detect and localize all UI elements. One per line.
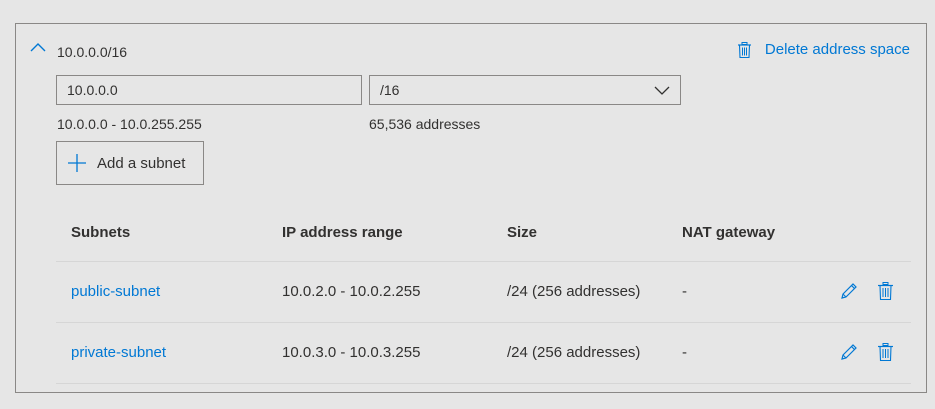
column-header-size: Size: [507, 224, 538, 241]
subnet-size: /24 (256 addresses): [507, 283, 641, 300]
subnet-nat-gateway: -: [682, 344, 687, 361]
subnet-name-link[interactable]: private-subnet: [71, 323, 166, 383]
chevron-down-icon: [654, 86, 670, 95]
address-range-text: 10.0.0.0 - 10.0.255.255: [57, 116, 202, 132]
pencil-icon: [841, 344, 857, 360]
trash-icon: [737, 41, 751, 58]
row-actions: [840, 343, 893, 361]
pencil-icon: [841, 283, 857, 299]
subnet-nat-gateway: -: [682, 283, 687, 300]
chevron-up-icon: [30, 43, 46, 52]
table-header-row: Subnets IP address range Size NAT gatewa…: [56, 205, 911, 262]
delete-address-space-label: Delete address space: [764, 41, 910, 58]
trash-icon: [878, 343, 893, 361]
plus-icon: [67, 153, 87, 173]
column-header-subnets: Subnets: [71, 224, 131, 241]
subnet-size: /24 (256 addresses): [507, 344, 641, 361]
delete-subnet-button[interactable]: [878, 343, 893, 361]
delete-address-space-button[interactable]: Delete address space: [737, 41, 910, 58]
column-header-nat-gateway: NAT gateway: [682, 224, 776, 241]
subnet-ip-range: 10.0.2.0 - 10.0.2.255: [282, 283, 421, 300]
prefix-select[interactable]: /16: [369, 75, 681, 105]
edit-subnet-button[interactable]: [840, 282, 858, 300]
add-subnet-button[interactable]: Add a subnet: [56, 141, 204, 185]
table-row: private-subnet 10.0.3.0 - 10.0.3.255 /24…: [56, 323, 911, 384]
subnet-ip-range: 10.0.3.0 - 10.0.3.255: [282, 344, 421, 361]
subnets-table: Subnets IP address range Size NAT gatewa…: [56, 205, 911, 384]
subnet-name-link[interactable]: public-subnet: [71, 262, 160, 322]
edit-subnet-button[interactable]: [840, 343, 858, 361]
collapse-address-space-button[interactable]: [30, 41, 46, 53]
column-header-ip-range: IP address range: [282, 224, 403, 241]
delete-subnet-button[interactable]: [878, 282, 893, 300]
row-actions: [840, 282, 893, 300]
trash-icon: [878, 282, 893, 300]
table-row: public-subnet 10.0.2.0 - 10.0.2.255 /24 …: [56, 262, 911, 323]
address-input[interactable]: 10.0.0.0: [56, 75, 362, 105]
address-space-title: 10.0.0.0/16: [57, 44, 128, 60]
address-count-text: 65,536 addresses: [369, 116, 481, 132]
prefix-selected-value: /16: [380, 82, 400, 98]
add-subnet-label: Add a subnet: [97, 154, 186, 172]
